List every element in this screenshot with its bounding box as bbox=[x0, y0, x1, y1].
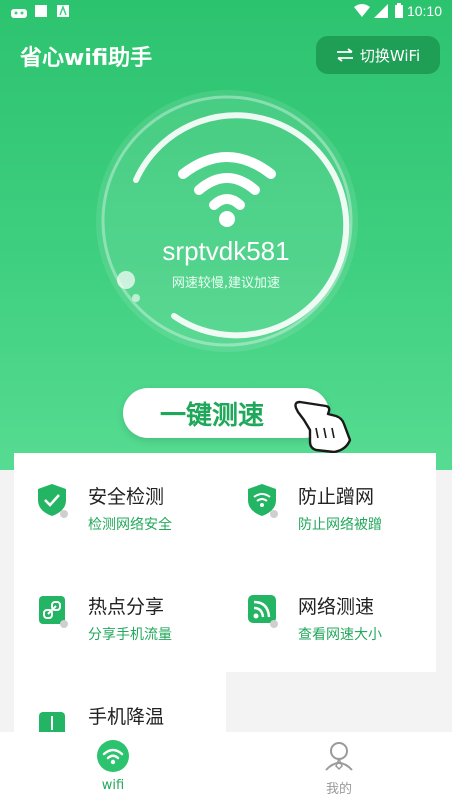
android-icon bbox=[11, 9, 27, 18]
shield-check-icon bbox=[38, 484, 68, 518]
feature-sub: 分享手机流量 bbox=[88, 627, 172, 643]
hero-panel: 10:10 省心wifi助手 切换WiFi srptvdk581 网速较慢,建议… bbox=[0, 0, 452, 470]
switch-wifi-label: 切换WiFi bbox=[359, 46, 421, 65]
switch-wifi-button[interactable]: 切换WiFi bbox=[316, 36, 440, 74]
wifi-tab-icon bbox=[97, 740, 129, 772]
thermometer-icon bbox=[39, 712, 65, 732]
feature-phone-cooling[interactable]: 手机降温 bbox=[36, 702, 216, 732]
speed-test-label: 一键测速 bbox=[159, 400, 264, 431]
tab-label: wifi bbox=[101, 778, 125, 793]
tab-wifi[interactable]: wifi bbox=[0, 732, 226, 802]
feature-speed-test[interactable]: 网络测速 查看网速大小 bbox=[246, 592, 426, 652]
feature-name: 网络测速 bbox=[298, 596, 375, 618]
status-bar: 10:10 bbox=[0, 0, 452, 24]
wifi-large-icon bbox=[178, 152, 276, 227]
square-icon bbox=[35, 5, 47, 17]
speed-hint: 网速较慢,建议加速 bbox=[171, 276, 281, 291]
font-icon bbox=[57, 4, 69, 17]
bottom-tab-bar: wifi 我的 bbox=[0, 732, 452, 802]
battery-icon bbox=[395, 3, 403, 18]
swap-arrows-icon bbox=[336, 48, 353, 62]
app-title: 省心wifi助手 bbox=[20, 46, 153, 71]
tab-profile[interactable]: 我的 bbox=[226, 732, 452, 802]
feature-name: 手机降温 bbox=[88, 706, 165, 728]
wifi-ssid: srptvdk581 bbox=[162, 236, 290, 266]
status-ring bbox=[96, 90, 358, 352]
wifi-signal-icon bbox=[354, 4, 370, 17]
feature-security-check[interactable]: 安全检测 检测网络安全 bbox=[36, 482, 216, 542]
feature-sub: 防止网络被蹭 bbox=[298, 517, 382, 533]
feature-sub: 检测网络安全 bbox=[88, 517, 172, 533]
profile-icon bbox=[325, 742, 353, 771]
feature-hotspot-share[interactable]: 热点分享 分享手机流量 bbox=[36, 592, 216, 652]
cell-signal-icon bbox=[374, 4, 388, 18]
feature-anti-leech[interactable]: 防止蹭网 防止网络被蹭 bbox=[246, 482, 426, 542]
rss-icon bbox=[248, 595, 278, 628]
clock: 10:10 bbox=[406, 3, 442, 19]
feature-name: 热点分享 bbox=[88, 596, 165, 618]
feature-sub: 查看网速大小 bbox=[298, 627, 382, 643]
tab-label: 我的 bbox=[325, 782, 352, 797]
feature-name: 安全检测 bbox=[88, 486, 165, 508]
feature-name: 防止蹭网 bbox=[298, 486, 375, 508]
pointing-hand-icon bbox=[294, 400, 352, 454]
link-icon bbox=[39, 596, 68, 628]
shield-wifi-icon bbox=[248, 484, 278, 518]
